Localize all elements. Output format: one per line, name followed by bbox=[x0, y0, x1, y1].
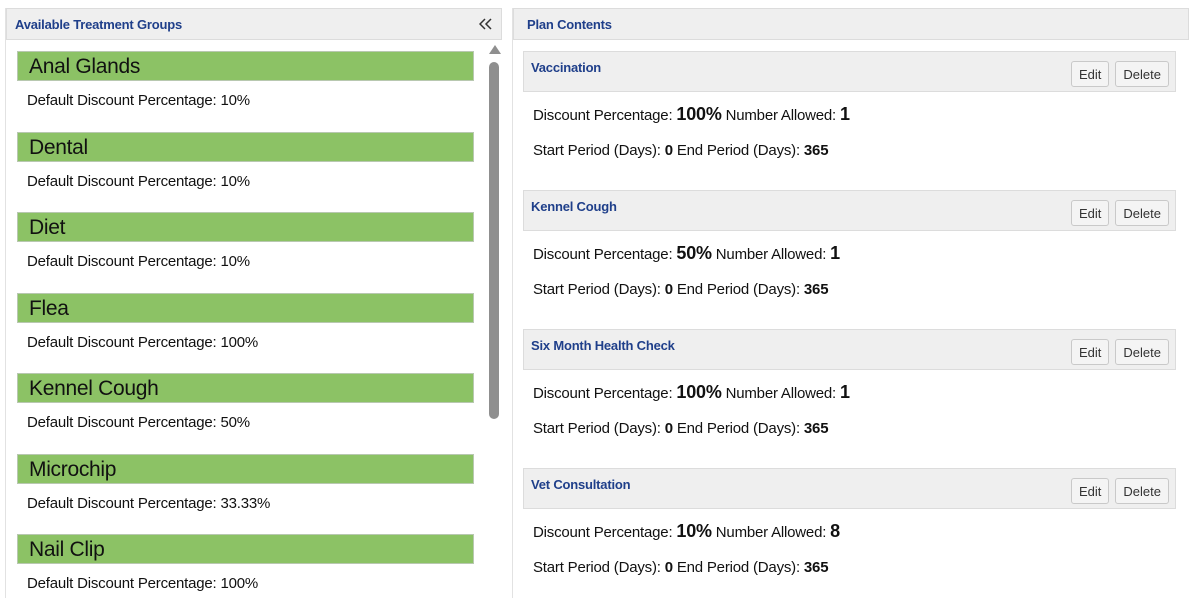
plan-item-name: Kennel Cough bbox=[531, 199, 617, 214]
scroll-up-arrow-icon[interactable] bbox=[489, 45, 501, 54]
treatment-group-name[interactable]: Nail Clip bbox=[17, 534, 474, 564]
treatment-group-discount: Default Discount Percentage: 100% bbox=[27, 575, 259, 592]
number-allowed-label: Number Allowed: bbox=[725, 107, 837, 124]
treatment-group-discount: Default Discount Percentage: 10% bbox=[27, 172, 250, 190]
plan-item-header: Six Month Health Check Edit Delete bbox=[523, 329, 1176, 370]
vertical-scrollbar[interactable] bbox=[487, 45, 501, 598]
start-period-value: 0 bbox=[664, 420, 673, 437]
start-period-value: 0 bbox=[664, 559, 673, 576]
discount-value: 10% bbox=[676, 521, 712, 541]
start-period-label: Start Period (Days): bbox=[533, 142, 661, 159]
delete-button[interactable]: Delete bbox=[1115, 61, 1169, 87]
treatment-group-discount: Default Discount Percentage: 10% bbox=[27, 92, 250, 109]
plan-item-header: Vaccination Edit Delete bbox=[523, 51, 1176, 92]
end-period-value: 365 bbox=[803, 142, 829, 159]
treatment-group-name[interactable]: Kennel Cough bbox=[17, 373, 474, 403]
treatment-group-item[interactable]: Anal Glands Default Discount Percentage:… bbox=[17, 51, 474, 132]
discount-value: 100% bbox=[676, 382, 722, 402]
treatment-groups-title: Available Treatment Groups bbox=[15, 16, 182, 32]
treatment-group-discount: Default Discount Percentage: 100% bbox=[27, 333, 259, 351]
number-allowed-label: Number Allowed: bbox=[715, 246, 827, 263]
treatment-group-name[interactable]: Anal Glands bbox=[17, 51, 474, 81]
end-period-value: 365 bbox=[803, 420, 829, 437]
plan-item-discount-line: Discount Percentage: 100% Number Allowed… bbox=[523, 382, 1176, 403]
end-period-label: End Period (Days): bbox=[676, 281, 800, 298]
plan-item-name: Vet Consultation bbox=[531, 477, 631, 492]
delete-button[interactable]: Delete bbox=[1115, 200, 1169, 226]
number-allowed-value: 1 bbox=[839, 382, 850, 402]
discount-value: 100% bbox=[676, 104, 722, 124]
treatment-group-item[interactable]: Kennel Cough Default Discount Percentage… bbox=[17, 373, 474, 454]
start-period-value: 0 bbox=[664, 281, 673, 298]
end-period-value: 365 bbox=[803, 281, 829, 298]
plan-item: Vaccination Edit Delete Discount Percent… bbox=[523, 51, 1176, 190]
plan-item-discount-line: Discount Percentage: 10% Number Allowed:… bbox=[523, 521, 1176, 542]
plan-contents-panel: Plan Contents Vaccination Edit Delete Di… bbox=[512, 8, 1189, 598]
plan-contents-title: Plan Contents bbox=[527, 16, 612, 32]
treatment-group-item[interactable]: Nail Clip Default Discount Percentage: 1… bbox=[17, 534, 474, 598]
plan-item-name: Six Month Health Check bbox=[531, 338, 675, 353]
discount-value: 50% bbox=[676, 243, 712, 263]
treatment-group-list: Anal Glands Default Discount Percentage:… bbox=[17, 51, 474, 598]
treatment-group-item[interactable]: Flea Default Discount Percentage: 100% bbox=[17, 292, 474, 374]
plan-contents-header: Plan Contents bbox=[513, 8, 1189, 40]
treatment-group-discount: Default Discount Percentage: 33.33% bbox=[27, 494, 271, 512]
plan-item-period-line: Start Period (Days): 0 End Period (Days)… bbox=[523, 281, 1176, 298]
number-allowed-label: Number Allowed: bbox=[725, 385, 837, 402]
treatment-group-name[interactable]: Flea bbox=[17, 292, 474, 323]
treatment-group-discount: Default Discount Percentage: 10% bbox=[27, 253, 250, 270]
treatment-group-item[interactable]: Microchip Default Discount Percentage: 3… bbox=[17, 453, 474, 535]
treatment-group-item[interactable]: Dental Default Discount Percentage: 10% bbox=[17, 131, 474, 213]
number-allowed-value: 1 bbox=[830, 243, 840, 263]
plan-item-period-line: Start Period (Days): 0 End Period (Days)… bbox=[523, 420, 1176, 437]
plan-item-list: Vaccination Edit Delete Discount Percent… bbox=[523, 51, 1176, 598]
plan-item-actions: Edit Delete bbox=[1071, 60, 1169, 91]
discount-label: Discount Percentage: bbox=[533, 107, 673, 124]
treatment-groups-header: Available Treatment Groups bbox=[6, 8, 502, 40]
plan-item-actions: Edit Delete bbox=[1071, 338, 1169, 369]
plan-item-actions: Edit Delete bbox=[1071, 199, 1169, 230]
double-chevron-left-icon[interactable] bbox=[478, 16, 494, 32]
scroll-thumb[interactable] bbox=[489, 62, 499, 419]
plan-item-header: Kennel Cough Edit Delete bbox=[523, 190, 1176, 231]
plan-item: Six Month Health Check Edit Delete Disco… bbox=[523, 329, 1176, 468]
discount-label: Discount Percentage: bbox=[533, 246, 673, 263]
plan-item-period-line: Start Period (Days): 0 End Period (Days)… bbox=[523, 559, 1176, 576]
plan-item-discount-line: Discount Percentage: 50% Number Allowed:… bbox=[523, 243, 1176, 264]
discount-label: Discount Percentage: bbox=[533, 385, 673, 402]
number-allowed-label: Number Allowed: bbox=[715, 524, 827, 541]
number-allowed-value: 8 bbox=[830, 521, 840, 541]
treatment-groups-panel: Available Treatment Groups Anal Glands D… bbox=[5, 8, 502, 598]
treatment-group-item[interactable]: Diet Default Discount Percentage: 10% bbox=[17, 212, 474, 293]
treatment-group-name[interactable]: Diet bbox=[17, 212, 474, 242]
start-period-value: 0 bbox=[664, 142, 673, 159]
start-period-label: Start Period (Days): bbox=[533, 559, 661, 576]
end-period-label: End Period (Days): bbox=[676, 142, 800, 159]
start-period-label: Start Period (Days): bbox=[533, 420, 661, 437]
plan-item: Vet Consultation Edit Delete Discount Pe… bbox=[523, 468, 1176, 598]
plan-item-actions: Edit Delete bbox=[1071, 477, 1169, 508]
plan-item-period-line: Start Period (Days): 0 End Period (Days)… bbox=[523, 142, 1176, 159]
end-period-value: 365 bbox=[803, 559, 829, 576]
edit-button[interactable]: Edit bbox=[1071, 478, 1110, 504]
edit-button[interactable]: Edit bbox=[1071, 339, 1110, 365]
number-allowed-value: 1 bbox=[839, 104, 850, 124]
discount-label: Discount Percentage: bbox=[533, 524, 673, 541]
plan-item-discount-line: Discount Percentage: 100% Number Allowed… bbox=[523, 104, 1176, 125]
treatment-group-name[interactable]: Dental bbox=[17, 131, 474, 162]
treatment-group-discount: Default Discount Percentage: 50% bbox=[27, 414, 250, 431]
plan-item: Kennel Cough Edit Delete Discount Percen… bbox=[523, 190, 1176, 329]
edit-button[interactable]: Edit bbox=[1071, 61, 1110, 87]
end-period-label: End Period (Days): bbox=[676, 420, 800, 437]
end-period-label: End Period (Days): bbox=[676, 559, 800, 576]
start-period-label: Start Period (Days): bbox=[533, 281, 661, 298]
plan-item-name: Vaccination bbox=[531, 60, 602, 75]
edit-button[interactable]: Edit bbox=[1071, 200, 1110, 226]
treatment-group-name[interactable]: Microchip bbox=[17, 453, 474, 484]
plan-item-header: Vet Consultation Edit Delete bbox=[523, 468, 1176, 509]
delete-button[interactable]: Delete bbox=[1115, 339, 1169, 365]
delete-button[interactable]: Delete bbox=[1115, 478, 1169, 504]
